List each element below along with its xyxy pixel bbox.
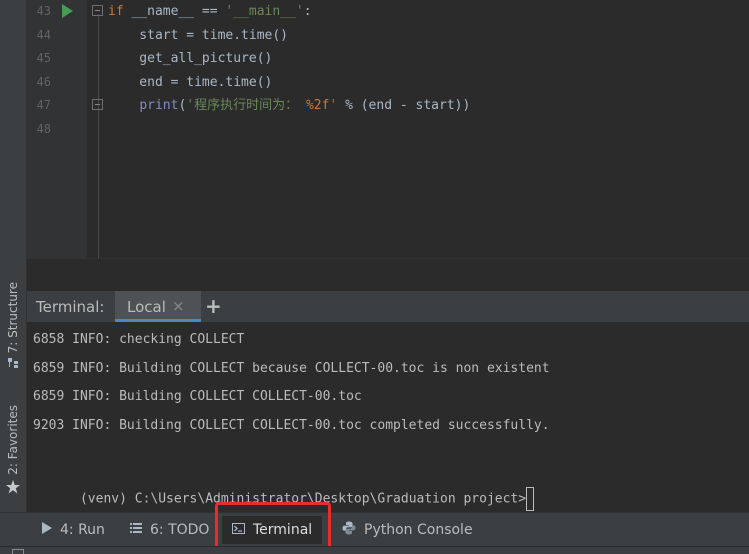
line-number: 48 <box>36 121 51 136</box>
fold-icon[interactable] <box>92 5 103 16</box>
line-number: 45 <box>36 51 51 65</box>
window-icon <box>12 549 24 554</box>
terminal-line: 6859 INFO: Building COLLECT because COLL… <box>33 361 550 376</box>
terminal-line: 6859 INFO: Building COLLECT COLLECT-00.t… <box>33 389 362 404</box>
terminal-tab-local[interactable]: Local × <box>115 291 201 322</box>
terminal-output[interactable]: 6858 INFO: checking COLLECT 6859 INFO: B… <box>27 322 749 512</box>
terminal-tab-label: Local <box>127 298 166 316</box>
terminal-highlight-annotation <box>215 502 331 551</box>
line-number: 47 <box>36 98 51 112</box>
list-icon <box>130 522 142 538</box>
code-editor[interactable]: 43 if __name__ == '__main__': 44 start = t… <box>27 0 749 258</box>
run-tool-button[interactable]: 4: Run <box>42 520 105 540</box>
editor-empty-area <box>27 258 749 291</box>
code-line[interactable]: 43 if __name__ == '__main__': <box>27 0 749 23</box>
run-gutter-icon[interactable] <box>62 4 73 18</box>
favorites-tab[interactable]: 2: Favorites <box>0 405 26 496</box>
todo-tool-button[interactable]: 6: TODO <box>130 520 209 540</box>
code-text: end = time.time() <box>108 74 273 90</box>
terminal-line: 9203 INFO: Building COLLECT COLLECT-00.t… <box>33 418 550 433</box>
code-text: get_all_picture() <box>108 51 273 66</box>
code-text: print('程序执行时间为： %2f' % (end - start)) <box>139 98 471 113</box>
terminal-header: Terminal: Local × + <box>27 290 749 323</box>
play-icon <box>42 522 52 538</box>
code-line[interactable]: 48 <box>27 118 749 141</box>
structure-icon <box>7 358 19 371</box>
structure-tab[interactable]: 7: Structure <box>0 282 26 371</box>
status-bar <box>0 546 749 554</box>
terminal-cursor <box>526 487 535 511</box>
line-number: 44 <box>36 27 51 42</box>
python-console-tool-button[interactable]: Python Console <box>342 520 473 540</box>
code-line[interactable]: 44 start = time.time() <box>27 24 749 47</box>
favorites-tab-label: 2: Favorites <box>6 405 20 475</box>
code-text: start = time.time() <box>108 27 289 43</box>
terminal-line: 6858 INFO: checking COLLECT <box>33 332 245 347</box>
close-icon[interactable]: × <box>172 298 185 314</box>
ide-window: 7: Structure 2: Favorites 43 if __name__ … <box>0 0 749 554</box>
structure-tab-label: 7: Structure <box>6 282 20 354</box>
left-tool-strip: 7: Structure 2: Favorites <box>0 0 27 512</box>
line-number: 46 <box>36 74 51 89</box>
python-console-tool-label: Python Console <box>364 522 473 538</box>
code-text: if __name__ == '__main__': <box>108 4 312 19</box>
python-icon <box>342 521 356 539</box>
bottom-tool-bar: 4: Run 6: TODO Terminal Python Console <box>0 512 749 547</box>
todo-tool-label: 6: TODO <box>150 522 210 538</box>
code-line[interactable]: 47 print('程序执行时间为： %2f' % (end - start)) <box>27 94 749 117</box>
line-number: 43 <box>36 4 51 18</box>
code-line[interactable]: 46 end = time.time() <box>27 71 749 94</box>
new-terminal-button[interactable]: + <box>205 295 222 317</box>
code-line[interactable]: 45 get_all_picture() <box>27 47 749 70</box>
star-icon <box>6 479 20 496</box>
terminal-title: Terminal: <box>36 298 105 316</box>
fold-end-icon[interactable] <box>92 99 103 110</box>
run-tool-label: 4: Run <box>60 522 105 538</box>
